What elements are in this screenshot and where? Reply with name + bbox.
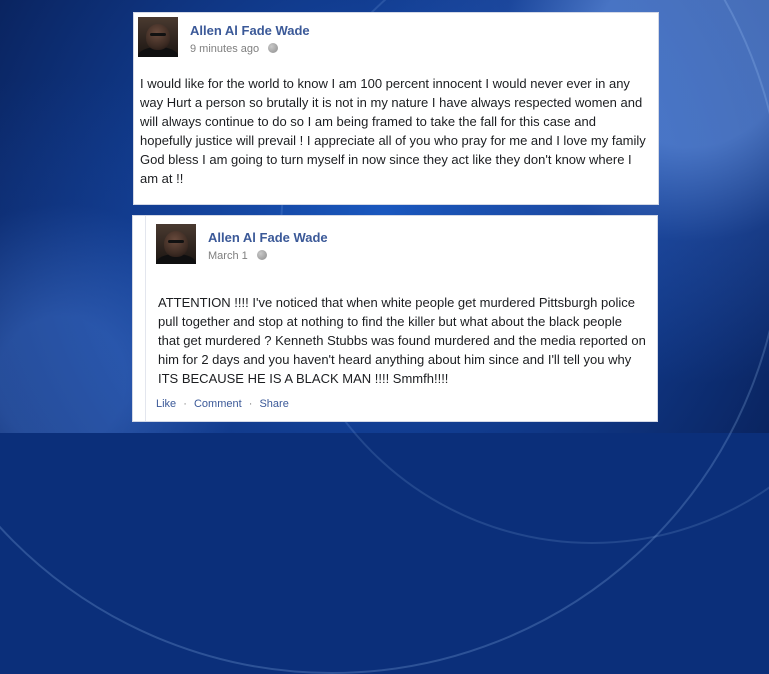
action-separator: · bbox=[183, 398, 187, 410]
post-time[interactable]: March 1 bbox=[208, 250, 248, 262]
like-link[interactable]: Like bbox=[156, 398, 176, 410]
avatar-glasses-shape bbox=[168, 240, 184, 243]
post-meta: Allen Al Fade Wade March 1 bbox=[208, 224, 647, 263]
post-time[interactable]: 9 minutes ago bbox=[190, 43, 259, 55]
facebook-post-1: Allen Al Fade Wade 9 minutes ago I would… bbox=[133, 12, 659, 205]
avatar-glasses-shape bbox=[150, 33, 166, 36]
post-body: ATTENTION !!!! I've noticed that when wh… bbox=[158, 295, 650, 386]
avatar-head-shape bbox=[146, 24, 170, 50]
globe-icon bbox=[256, 250, 267, 260]
author-avatar[interactable] bbox=[138, 17, 178, 57]
share-link[interactable]: Share bbox=[259, 398, 288, 410]
avatar-head-shape bbox=[164, 231, 188, 257]
action-separator: · bbox=[248, 398, 253, 410]
author-name[interactable]: Allen Al Fade Wade bbox=[190, 23, 650, 39]
post-time-row: March 1 bbox=[208, 249, 647, 263]
post-meta: Allen Al Fade Wade 9 minutes ago bbox=[190, 17, 650, 56]
author-avatar[interactable] bbox=[156, 224, 196, 264]
author-name[interactable]: Allen Al Fade Wade bbox=[208, 230, 647, 246]
post-body: I would like for the world to know I am … bbox=[140, 76, 650, 186]
globe-icon bbox=[268, 43, 279, 53]
post-time-row: 9 minutes ago bbox=[190, 42, 650, 56]
post-actions: Like · Comment · Share bbox=[156, 397, 289, 411]
facebook-post-2: Allen Al Fade Wade March 1 ATTENTION !!!… bbox=[132, 215, 658, 422]
post-divider-line bbox=[145, 216, 146, 421]
comment-link[interactable]: Comment bbox=[194, 398, 242, 410]
